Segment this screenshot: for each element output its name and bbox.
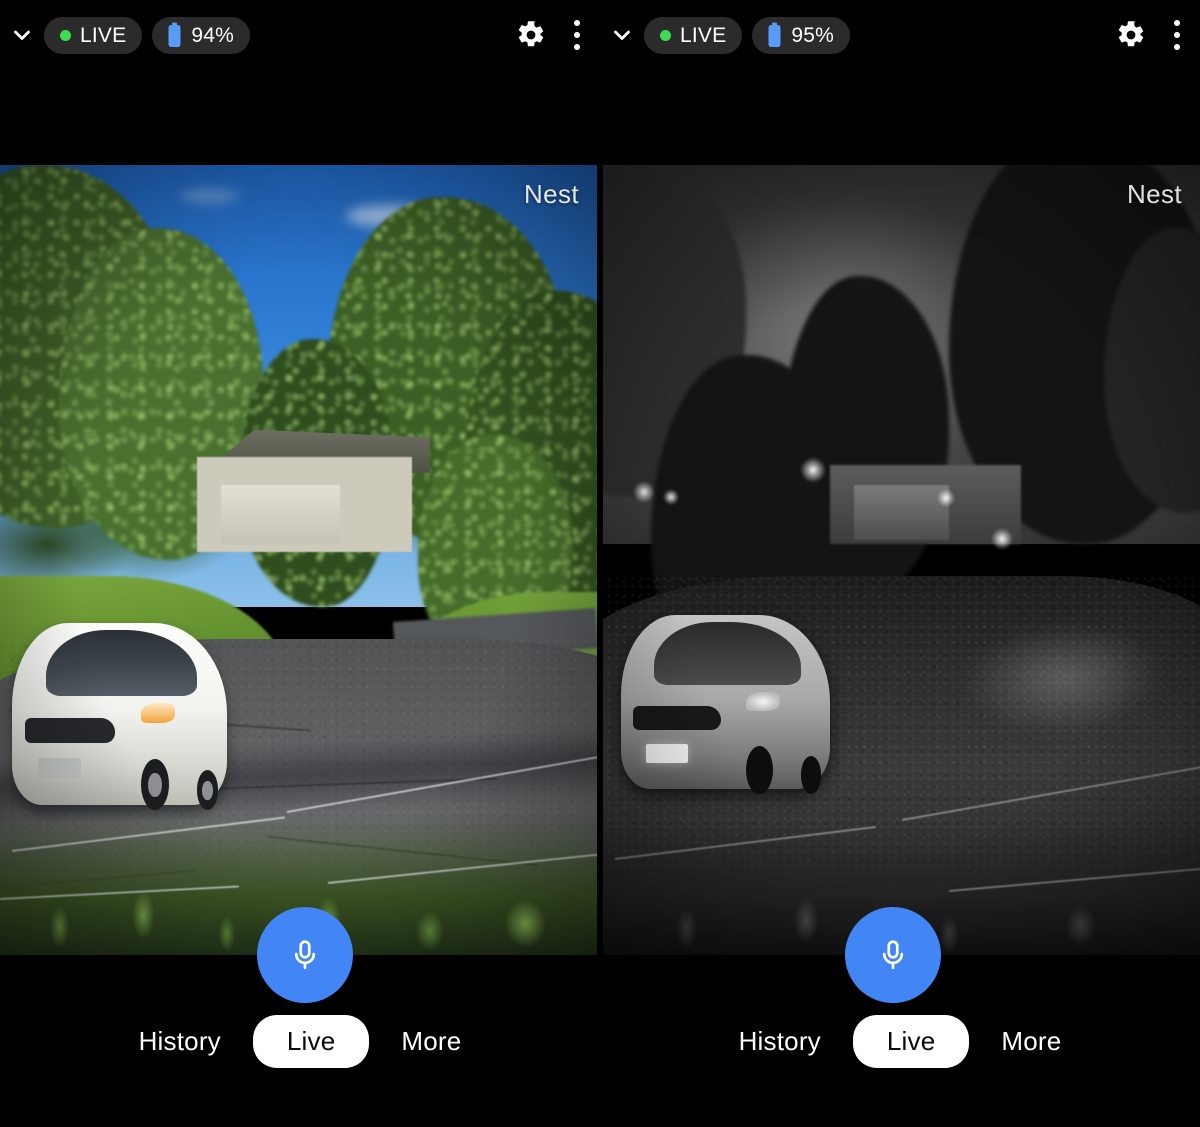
- garage-door: [220, 484, 341, 545]
- live-dot-icon: [660, 29, 671, 41]
- cloud: [179, 188, 240, 203]
- camera-right-live-chip[interactable]: LIVE: [644, 16, 743, 54]
- camera-right-tab-live[interactable]: Live: [852, 1014, 970, 1068]
- camera-left-tabs: History Live More: [117, 1014, 484, 1068]
- camera-left-tab-history[interactable]: History: [117, 1015, 243, 1068]
- camera-left-video[interactable]: Nest: [0, 165, 597, 955]
- camera-left-live-label: LIVE: [80, 23, 127, 47]
- chevron-down-icon: [609, 22, 635, 48]
- camera-left-tabbar: History Live More: [0, 955, 600, 1127]
- camera-right-tab-history[interactable]: History: [717, 1015, 843, 1068]
- camera-right-overflow-button[interactable]: [1154, 12, 1200, 58]
- gear-icon: [516, 20, 546, 50]
- live-dot-icon: [60, 29, 71, 41]
- camera-left-brand-watermark: Nest: [523, 179, 579, 209]
- camera-split-view: LIVE 94% LIVE 95% Nest Nest History Live…: [0, 0, 1200, 1127]
- camera-right-settings-button[interactable]: [1108, 12, 1154, 58]
- wet-pavement-reflection: [957, 616, 1168, 741]
- light-flare: [662, 488, 679, 505]
- camera-right-tabbar: History Live More: [600, 955, 1200, 1127]
- gear-icon: [1116, 20, 1146, 50]
- more-vertical-icon: [1174, 20, 1180, 50]
- battery-icon: [168, 22, 181, 48]
- camera-left-topbar: LIVE 94%: [0, 0, 600, 70]
- chevron-down-icon: [9, 22, 35, 48]
- video-stage: Nest Nest: [0, 165, 1200, 1003]
- camera-left-live-chip[interactable]: LIVE: [44, 16, 143, 54]
- camera-right-video[interactable]: Nest: [603, 165, 1200, 955]
- camera-left-scene: [0, 165, 597, 955]
- tree: [782, 275, 950, 592]
- camera-left-battery-label: 94%: [191, 23, 234, 47]
- parked-white-car: [11, 623, 227, 811]
- camera-left-settings-button[interactable]: [508, 12, 554, 58]
- camera-right-battery-chip[interactable]: 95%: [752, 16, 850, 54]
- camera-right-brand-watermark: Nest: [1126, 179, 1182, 209]
- camera-right-topbar: LIVE 95%: [600, 0, 1200, 70]
- camera-right-scene: [603, 165, 1200, 955]
- camera-left-tab-more[interactable]: More: [379, 1015, 483, 1068]
- battery-icon: [768, 22, 781, 48]
- camera-right-live-label: LIVE: [680, 23, 727, 47]
- camera-left-overflow-button[interactable]: [554, 12, 600, 58]
- light-flare: [632, 481, 655, 503]
- camera-right-battery-label: 95%: [791, 23, 834, 47]
- camera-right-collapse-button[interactable]: [600, 13, 644, 57]
- parked-car-night: [620, 615, 830, 795]
- camera-left-tab-live[interactable]: Live: [252, 1014, 370, 1068]
- camera-left-collapse-button[interactable]: [0, 13, 44, 57]
- camera-right-tabs: History Live More: [717, 1014, 1084, 1068]
- light-flare: [991, 528, 1014, 551]
- garage-door: [853, 484, 950, 541]
- more-vertical-icon: [574, 20, 580, 50]
- camera-left-battery-chip[interactable]: 94%: [152, 16, 250, 54]
- camera-right-tab-more[interactable]: More: [979, 1015, 1083, 1068]
